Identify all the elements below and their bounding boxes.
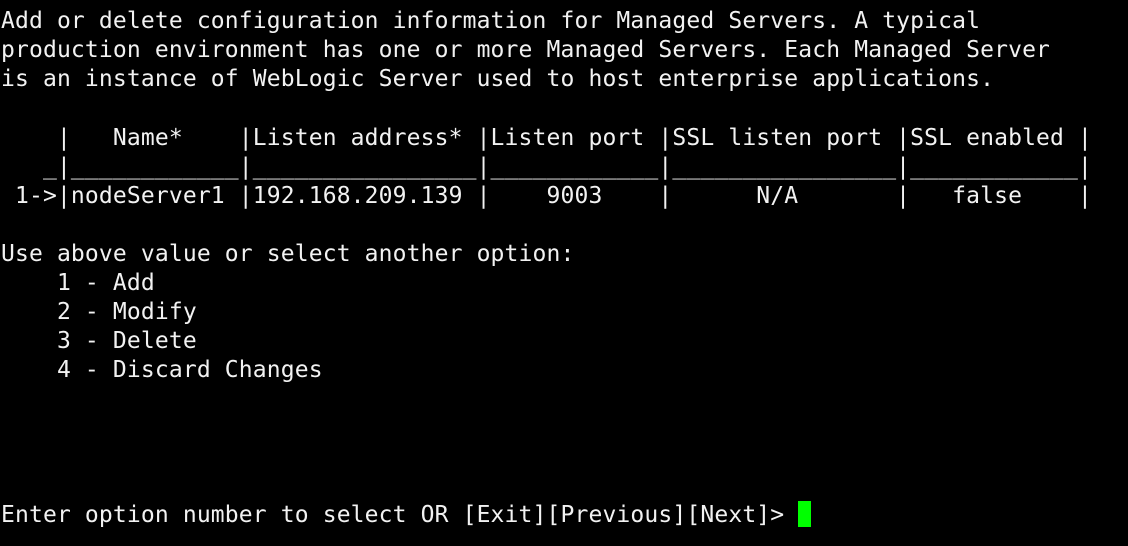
description-line: production environment has one or more M… <box>1 37 1051 63</box>
command-prompt-line[interactable]: Enter option number to select OR [Exit][… <box>1 501 812 530</box>
table-header: | Name* |Listen address* |Listen port |S… <box>1 125 1092 151</box>
option-modify: 2 - Modify <box>1 299 197 325</box>
table-row: 1->|nodeServer1 |192.168.209.139 | 9003 … <box>1 183 1092 209</box>
table-separator: _|____________|________________|________… <box>1 154 1092 180</box>
terminal-cursor[interactable] <box>798 501 812 527</box>
description-line: Add or delete configuration information … <box>1 8 981 34</box>
option-delete: 3 - Delete <box>1 328 197 354</box>
option-add: 1 - Add <box>1 270 155 296</box>
terminal-window[interactable]: Add or delete configuration information … <box>1 0 1127 546</box>
input-prompt: Enter option number to select OR [Exit][… <box>1 502 799 528</box>
option-discard-changes: 4 - Discard Changes <box>1 357 323 383</box>
description-line: is an instance of WebLogic Server used t… <box>1 66 995 92</box>
prompt-header: Use above value or select another option… <box>1 241 575 267</box>
